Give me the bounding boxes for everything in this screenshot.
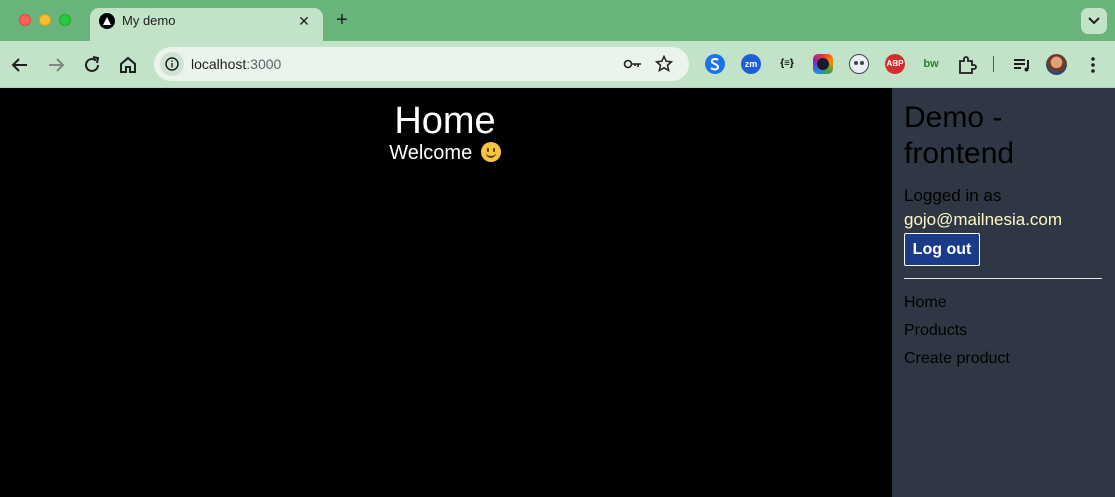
sidebar: Demo - frontend Logged in as gojo@mailne… [892, 88, 1115, 497]
reading-list-button[interactable] [1010, 53, 1034, 77]
reload-icon [85, 56, 100, 72]
welcome-message: Welcome [0, 142, 890, 165]
tab-search-button[interactable] [1081, 8, 1107, 34]
extension-zm-icon[interactable]: zm [741, 54, 761, 74]
url-host: localhost [191, 56, 247, 72]
kebab-menu-icon [1091, 57, 1095, 73]
profile-avatar[interactable] [1046, 54, 1067, 75]
browser-menu-button[interactable] [1081, 53, 1105, 77]
smiley-emoji-icon [480, 142, 501, 162]
welcome-text: Welcome [389, 142, 473, 164]
browser-tab[interactable]: My demo ✕ [90, 8, 323, 41]
extension-ring-icon[interactable] [813, 54, 833, 74]
nav-link-create-product[interactable]: Create product [904, 350, 1010, 368]
browser-tab-strip: My demo ✕ + [0, 0, 1115, 41]
url-text[interactable]: localhost:3000 [191, 56, 281, 72]
arrow-left-icon [11, 58, 27, 72]
user-email: gojo@mailnesia.com [904, 210, 1063, 229]
nav-link-home[interactable]: Home [904, 294, 947, 312]
arrow-right-icon [49, 58, 65, 72]
home-button[interactable] [116, 53, 140, 77]
extension-json-icon[interactable]: {≡} [777, 54, 797, 74]
window-maximize-button[interactable] [59, 14, 71, 26]
back-button[interactable] [8, 53, 32, 77]
window-close-button[interactable] [19, 14, 31, 26]
window-minimize-button[interactable] [39, 14, 51, 26]
nextjs-favicon-icon [99, 13, 115, 29]
extension-face-icon[interactable] [849, 54, 869, 74]
extension-abp-icon[interactable]: ABP [885, 54, 905, 74]
extension-bw-icon[interactable]: bw [921, 54, 941, 74]
extensions-puzzle-button[interactable] [955, 53, 979, 77]
sidebar-divider [904, 278, 1102, 279]
page-content: Home Welcome Demo - frontend Logged in a… [0, 88, 1115, 497]
toolbar-separator [993, 56, 994, 72]
tab-title: My demo [122, 13, 176, 28]
url-port: :3000 [246, 56, 282, 72]
main-content: Home Welcome [0, 88, 892, 497]
logout-button[interactable]: Log out [904, 233, 980, 266]
puzzle-icon [959, 56, 977, 74]
password-key-icon[interactable] [623, 55, 641, 73]
home-icon [120, 56, 136, 73]
site-info-icon[interactable] [160, 52, 184, 76]
forward-button[interactable] [44, 53, 68, 77]
logged-in-label: Logged in as [904, 186, 1002, 205]
browser-toolbar: localhost:3000 zm {≡} ABP bw [0, 41, 1115, 88]
page-title: Home [394, 100, 496, 142]
nav-link-products[interactable]: Products [904, 322, 967, 340]
new-tab-button[interactable]: + [332, 10, 352, 30]
playlist-icon [1014, 59, 1029, 72]
reload-button[interactable] [80, 53, 104, 77]
tab-close-icon[interactable]: ✕ [295, 12, 313, 30]
sidebar-title: Demo - frontend [904, 101, 1015, 170]
address-bar[interactable]: localhost:3000 [154, 47, 689, 81]
extension-s-icon[interactable] [705, 54, 725, 74]
bookmark-star-icon[interactable] [654, 54, 674, 73]
